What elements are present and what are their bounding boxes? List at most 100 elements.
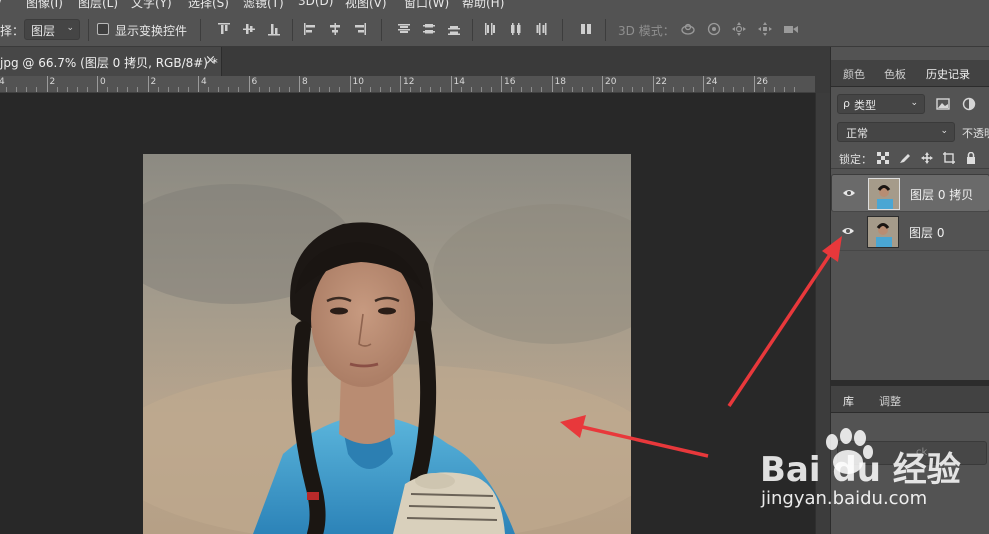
ruler-label: 20: [605, 77, 617, 87]
distribute-top-icon[interactable]: [396, 21, 412, 37]
divider: [381, 19, 382, 41]
layer-row-base[interactable]: 图层 0: [831, 213, 989, 251]
layer-filter-value: 类型: [854, 99, 876, 112]
divider: [200, 19, 201, 41]
divider: [292, 19, 293, 41]
layer-thumbnail: [868, 178, 900, 210]
ruler-major-tick: [299, 76, 300, 92]
ruler-label: 12: [403, 77, 415, 87]
image-filter-icon[interactable]: [935, 96, 951, 112]
ruler-major-tick: [46, 76, 48, 92]
tab-strip: [222, 47, 830, 76]
ruler-label: 2: [49, 77, 56, 87]
tab-history[interactable]: 历史记录: [926, 66, 970, 82]
auto-select-target-dropdown[interactable]: 图层 ⌄: [24, 19, 80, 40]
lock-row: 锁定：: [831, 147, 989, 169]
tab-adjustments[interactable]: 调整: [879, 393, 901, 409]
document-tab[interactable]: jpg @ 66.7% (图层 0 拷贝, RGB/8#) * ×: [0, 47, 222, 76]
ruler-major-tick: [501, 76, 502, 92]
menu-item-window[interactable]: 窗口(W): [404, 0, 449, 11]
ruler-major-tick: [147, 76, 149, 92]
3d-pan-icon[interactable]: [731, 21, 747, 37]
baidu-jingyan-watermark: Bai du 经验 jingyan.baidu.com: [760, 428, 980, 528]
distribute-vcenter-icon[interactable]: [421, 21, 437, 37]
align-bottom-icon[interactable]: [266, 21, 282, 37]
ruler-major-tick: [753, 76, 755, 92]
lock-pixels-icon[interactable]: [899, 152, 911, 164]
layer-name[interactable]: 图层 0 拷贝: [910, 186, 973, 203]
blend-mode-value: 正常: [846, 127, 868, 140]
align-right-icon[interactable]: [352, 21, 368, 37]
ruler-major-tick: [703, 76, 704, 92]
ruler-label: 6: [251, 77, 258, 87]
ruler-label: 22: [655, 77, 667, 87]
3d-camera-icon[interactable]: [783, 21, 799, 37]
tab-swatches[interactable]: 色板: [884, 66, 906, 82]
distribute-left-icon[interactable]: [482, 21, 498, 37]
align-vcenter-icon[interactable]: [241, 21, 257, 37]
ruler-major-tick: [248, 76, 250, 92]
menu-item-type[interactable]: 文字(Y): [131, 0, 172, 11]
dropdown-value: 图层: [31, 24, 56, 38]
watermark-logo-text: Bai du 经验: [760, 450, 961, 490]
ruler-label: 18: [554, 77, 566, 87]
menu-item-layer[interactable]: 图层(L): [78, 0, 118, 11]
adjustment-filter-icon[interactable]: [961, 96, 977, 112]
color-panel-tabs: 颜色 色板 历史记录: [831, 60, 989, 87]
ruler-label: 26: [756, 77, 768, 87]
lock-label: 锁定：: [839, 153, 872, 166]
ruler-label: 0: [100, 77, 106, 87]
align-left-icon[interactable]: [302, 21, 318, 37]
options-bar: 择： 图层 ⌄ 显示变换控件 3D 模式：: [0, 11, 989, 47]
horizontal-ruler[interactable]: 4202468101214161820222426: [0, 76, 815, 93]
layer-name[interactable]: 图层 0: [909, 224, 944, 241]
ruler-major-tick: [349, 76, 351, 92]
divider: [472, 19, 473, 41]
ruler-label: 2: [150, 77, 157, 87]
blend-mode-dropdown[interactable]: 正常 ⌄: [837, 122, 955, 142]
lock-all-icon[interactable]: [965, 151, 977, 164]
layer-filter-dropdown[interactable]: ρ 类型 ⌄: [837, 94, 925, 114]
menu-item-image[interactable]: 图像(I): [26, 0, 63, 11]
menu-item-view[interactable]: 视图(V): [345, 0, 387, 11]
photoshop-window: / 图像(I) 图层(L) 文字(Y) 选择(S) 滤镜(T) 3D(D) 视图…: [0, 0, 989, 534]
align-hcenter-icon[interactable]: [327, 21, 343, 37]
ruler-major-tick: [97, 76, 98, 92]
ruler-label: 4: [0, 77, 5, 87]
close-icon[interactable]: ×: [205, 53, 216, 68]
photo-image: [143, 154, 631, 534]
opacity-label: 不透明: [962, 127, 989, 140]
canvas-area[interactable]: [0, 93, 815, 534]
menu-item-help[interactable]: 帮助(H): [462, 0, 504, 11]
auto-align-icon[interactable]: [578, 21, 594, 37]
lock-artboard-icon[interactable]: [943, 152, 955, 164]
watermark-url: jingyan.baidu.com: [761, 488, 928, 509]
3d-slide-icon[interactable]: [757, 21, 773, 37]
menu-item-select[interactable]: 选择(S): [188, 0, 229, 11]
distribute-hcenter-icon[interactable]: [508, 21, 524, 37]
3d-orbit-icon[interactable]: [680, 21, 696, 37]
eye-icon[interactable]: [841, 225, 855, 237]
eye-icon[interactable]: [842, 187, 856, 199]
3d-roll-icon[interactable]: [706, 21, 722, 37]
tab-color[interactable]: 颜色: [843, 66, 865, 82]
lock-transparent-icon[interactable]: [877, 152, 889, 164]
document-tab-title: jpg @ 66.7% (图层 0 拷贝, RGB/8#) *: [0, 56, 218, 70]
divider: [88, 19, 89, 41]
menu-item-edge[interactable]: /: [0, 0, 2, 8]
search-icon: ρ: [843, 97, 850, 110]
show-transform-checkbox[interactable]: [97, 23, 109, 35]
3d-mode-label: 3D 模式：: [618, 24, 675, 38]
align-top-icon[interactable]: [216, 21, 232, 37]
distribute-right-icon[interactable]: [533, 21, 549, 37]
tab-libraries[interactable]: 库: [843, 393, 854, 409]
divider: [562, 19, 563, 41]
ruler-major-tick: [450, 76, 452, 92]
ruler-major-tick: [198, 76, 199, 92]
menu-item-filter[interactable]: 滤镜(T): [243, 0, 284, 11]
layer-row-copy[interactable]: 图层 0 拷贝: [831, 174, 989, 212]
show-transform-label: 显示变换控件: [115, 24, 188, 38]
menu-item-3d[interactable]: 3D(D): [298, 0, 333, 8]
lock-position-icon[interactable]: [921, 152, 933, 164]
distribute-bottom-icon[interactable]: [446, 21, 462, 37]
